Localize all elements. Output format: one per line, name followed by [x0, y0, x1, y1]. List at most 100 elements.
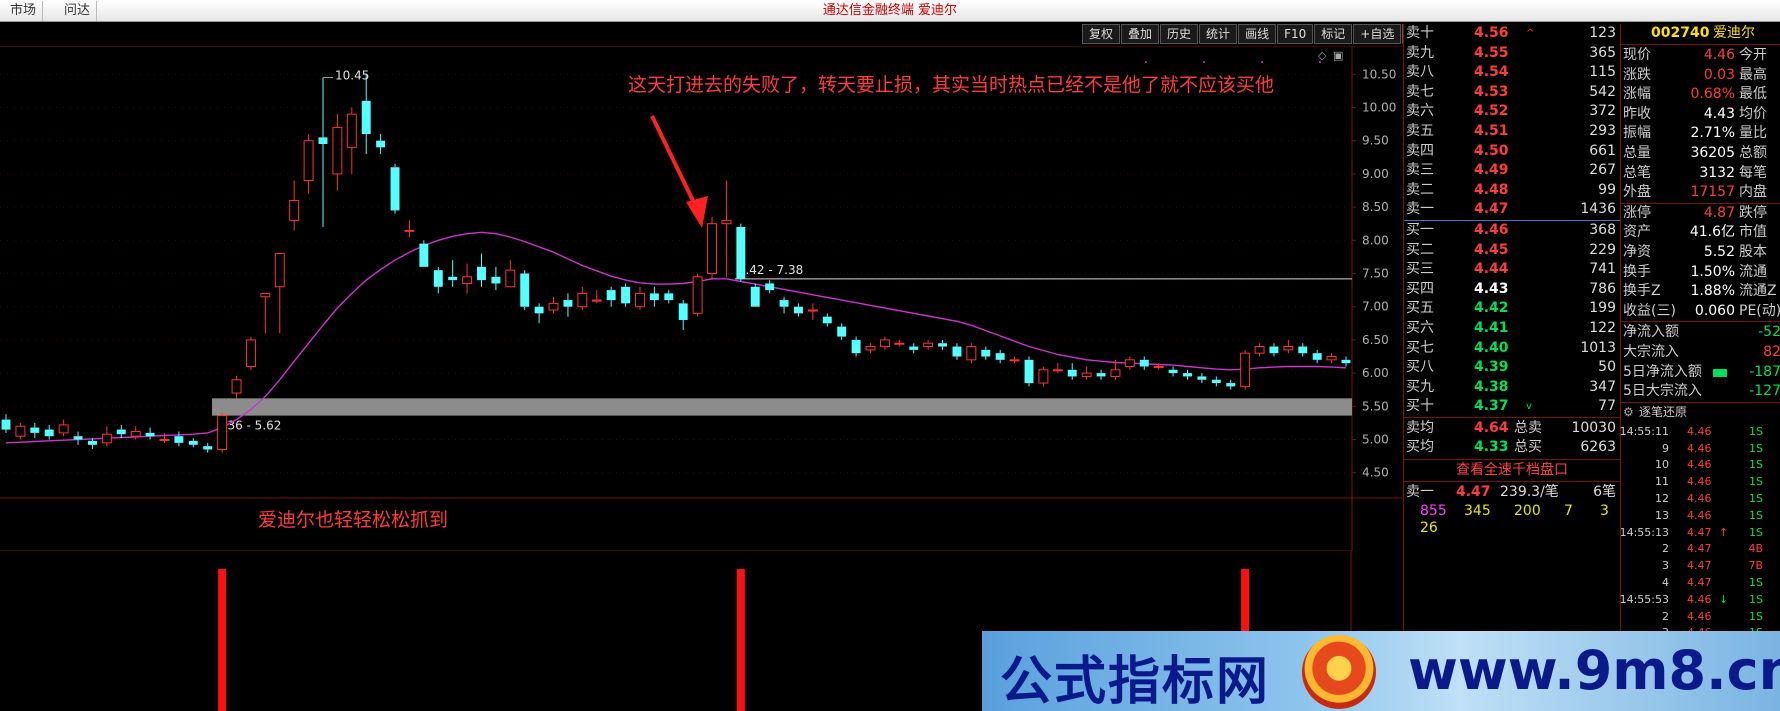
- candle: [966, 343, 977, 364]
- info-right-label: 均价: [1739, 105, 1767, 122]
- toolbar-button-6[interactable]: 标记: [1314, 24, 1353, 44]
- candle-body: [87, 440, 97, 445]
- candle-body: [404, 229, 415, 232]
- candle-body: [1298, 346, 1308, 354]
- bids-volume: 122: [1589, 320, 1616, 336]
- tick-time: 3: [1662, 559, 1669, 573]
- toolbar-button-4[interactable]: 画线: [1238, 24, 1277, 44]
- candle: [621, 283, 631, 307]
- candle: [58, 419, 69, 437]
- info-right-label: 最高: [1739, 66, 1767, 83]
- candle: [419, 240, 429, 267]
- info-value: 0.68%: [1690, 86, 1735, 103]
- y-tick-label: 5.00: [1362, 433, 1389, 447]
- toolbar-button-0[interactable]: 复权: [1082, 24, 1121, 44]
- candle-body: [909, 346, 919, 350]
- candle: [794, 303, 803, 317]
- flow-row: 5日大宗流入 -127: [1621, 382, 1780, 402]
- arrow-up-icon: ↑: [1719, 525, 1729, 539]
- bids-price: 4.42: [1474, 300, 1509, 317]
- candle: [1312, 349, 1322, 364]
- candle-body: [145, 432, 155, 437]
- candle-body: [952, 346, 962, 357]
- bids-price: 4.39: [1474, 359, 1509, 376]
- tick-price: 4.47: [1687, 525, 1712, 539]
- candle: [938, 339, 948, 350]
- candle-body: [621, 286, 631, 304]
- candle: [477, 253, 486, 287]
- candle: [245, 336, 256, 370]
- candle: [837, 323, 847, 340]
- toolbar-button-7[interactable]: +自选: [1353, 24, 1402, 44]
- info-value: 1.50%: [1690, 263, 1735, 280]
- candle: [879, 336, 890, 350]
- candle: [376, 134, 386, 154]
- resistance-label: 7.42 - 7.38: [738, 263, 803, 277]
- tick-time: 2: [1662, 609, 1669, 623]
- bids-level-name: 买四: [1406, 280, 1434, 297]
- candle-body: [678, 303, 688, 320]
- asks-level-name: 卖十: [1406, 25, 1434, 41]
- candle-body: [721, 219, 732, 225]
- kline-chart[interactable]: 10.50 10.00 9.50 9.00 8.50 8.00 7.50 7.00 6.50 6.…: [0, 46, 1402, 551]
- toolbar-button-5[interactable]: F10: [1277, 24, 1314, 44]
- candle-body: [1124, 359, 1135, 367]
- tick-header[interactable]: ⚙ 逐笔还原: [1621, 403, 1780, 423]
- candle: [520, 270, 530, 311]
- queue-divider: [1404, 481, 1620, 482]
- y-tick-label: 8.50: [1362, 200, 1389, 214]
- toolbar-button-1[interactable]: 叠加: [1121, 24, 1160, 44]
- candle-body: [779, 300, 789, 307]
- asks-volume: 372: [1589, 103, 1616, 120]
- asks-level-name: 卖八: [1406, 64, 1434, 81]
- candle: [1341, 356, 1351, 367]
- asks-row-1: 卖九 4.55 365: [1404, 44, 1620, 64]
- tick-row: 4 4.47 1S: [1621, 574, 1780, 591]
- toolbar-button-3[interactable]: 统计: [1199, 24, 1238, 44]
- flow-row: 5日净流入额 -187: [1621, 363, 1780, 383]
- candle: [692, 273, 703, 317]
- asks-row-2: 卖八 4.54 115: [1404, 63, 1620, 83]
- tick-row: 14:55:53 4.46 ↓ 1S: [1620, 591, 1780, 608]
- bids-arrow-icon: v: [1526, 401, 1532, 413]
- candle-body: [1139, 359, 1149, 367]
- candle-body: [30, 427, 40, 433]
- watermark-banner: 公式指标网 www.9m8.cn: [982, 631, 1780, 711]
- candle: [260, 292, 271, 334]
- info-value: 41.6亿: [1689, 224, 1735, 241]
- asks-level-name: 卖一: [1406, 201, 1434, 218]
- diamond-icon: ◇: [1318, 49, 1327, 62]
- toolbar-button-2[interactable]: 历史: [1160, 24, 1199, 44]
- candle: [1197, 373, 1207, 384]
- bids-row-4: 买五 4.42 199: [1404, 299, 1620, 319]
- candle-body: [534, 306, 544, 314]
- candle-body: [894, 342, 905, 345]
- tick-row: 3 4.47 7B: [1621, 557, 1780, 574]
- watermark-url-text: www.9m8.cn: [1408, 639, 1780, 702]
- candle-body: [448, 276, 458, 281]
- candle-body: [274, 253, 285, 288]
- info-label: 总量: [1623, 145, 1651, 161]
- candle: [116, 424, 126, 439]
- info-row: 资产 41.6亿 市值: [1621, 223, 1780, 243]
- info-label: 外盘: [1623, 184, 1651, 201]
- candle: [1038, 366, 1049, 387]
- info-right-label: 总额: [1739, 145, 1767, 161]
- tick-price: 4.46: [1687, 592, 1712, 606]
- info-right-label: 量比: [1739, 125, 1767, 142]
- info-right-label: 市值: [1739, 224, 1767, 241]
- candle: [1024, 356, 1034, 387]
- full-depth-link[interactable]: 查看全速千档盘口: [1404, 461, 1620, 480]
- info-right-label: 流通Z: [1739, 283, 1777, 300]
- candle: [779, 296, 789, 314]
- info-row: 换手Z 1.88% 流通Z: [1621, 282, 1780, 302]
- asks-arrow-icon: ^: [1526, 28, 1535, 39]
- candle: [491, 266, 501, 291]
- info-label: 涨停: [1623, 204, 1651, 221]
- info-value: 5.52: [1703, 244, 1735, 260]
- candle: [303, 134, 314, 194]
- candle-body: [591, 299, 602, 302]
- bid-avg-label: 买均: [1406, 439, 1434, 455]
- info-divider: [1621, 44, 1780, 45]
- tick-row: 12 4.46 1S: [1621, 490, 1780, 507]
